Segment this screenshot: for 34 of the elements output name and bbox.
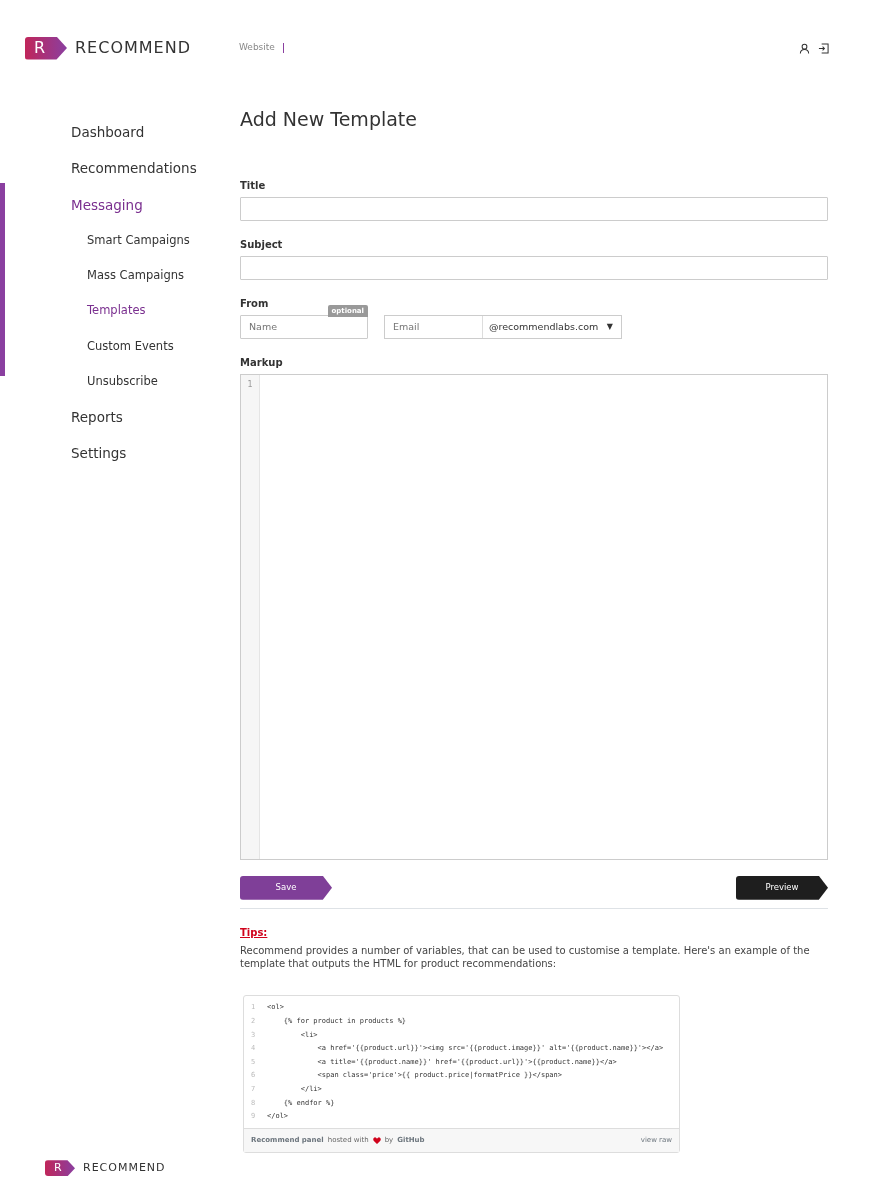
sidebar-item[interactable]: Settings <box>71 437 240 474</box>
sidebar-subitem[interactable]: Templates <box>71 295 240 331</box>
sidebar-item[interactable]: Dashboard <box>71 116 240 153</box>
tips-text: Recommend provides a number of variables, that can be used to customise a template. Here's an example of the template that outputs the HTML for product recommendations: <box>240 943 811 971</box>
dropdown-arrow[interactable]: ▼ <box>606 320 613 333</box>
line-number: 1 <box>246 378 254 391</box>
user-icon[interactable] <box>799 42 810 54</box>
sidebar-item[interactable]: Reports <box>71 401 240 438</box>
heart-icon <box>372 1136 381 1144</box>
title-field[interactable] <box>240 196 828 221</box>
brand-name: RECOMMEND <box>83 1160 166 1176</box>
domain-select[interactable]: @recommendlabs.com <box>489 319 599 334</box>
sidebar-subitem[interactable]: Mass Campaigns <box>71 260 240 296</box>
text-cursor <box>282 43 284 53</box>
email-field[interactable]: Email @recommendlabs.com ▼ <box>384 314 622 339</box>
page-title: Add New Template <box>240 108 418 131</box>
brand-name: RECOMMEND <box>75 37 191 59</box>
name-field[interactable]: Name <box>240 314 368 339</box>
sidebar-item[interactable]: Recommendations <box>71 152 240 189</box>
sidebar-subitem[interactable]: Custom Events <box>71 330 240 366</box>
field-label: Markup <box>240 355 284 370</box>
website-label: Website <box>239 41 275 55</box>
logo-icon[interactable]: R <box>45 1160 75 1177</box>
logout-icon[interactable] <box>818 42 829 54</box>
preview-button[interactable]: Preview <box>736 875 828 900</box>
logo-icon[interactable]: R <box>25 36 67 60</box>
save-button[interactable]: Save <box>240 875 332 900</box>
sidebar-item[interactable]: Messaging <box>71 188 240 225</box>
subject-field[interactable] <box>240 255 828 280</box>
field-label: Title <box>240 178 267 193</box>
sidebar-subitem[interactable]: Smart Campaigns <box>71 224 240 260</box>
sidebar-subitem[interactable]: Unsubscribe <box>71 365 240 401</box>
tips-heading: Tips: <box>240 925 269 940</box>
field-label: Subject <box>240 237 284 252</box>
